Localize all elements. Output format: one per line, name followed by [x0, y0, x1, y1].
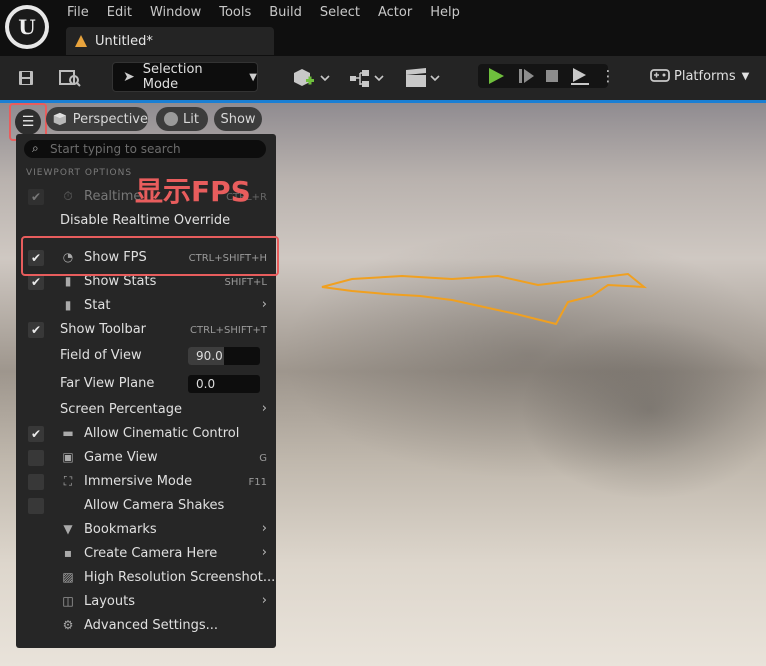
screen-percentage-label: Screen Percentage — [60, 402, 182, 417]
image-icon: ▣ — [62, 450, 74, 464]
search-icon: ⌕ — [32, 141, 39, 155]
perspective-label: Perspective — [72, 111, 148, 127]
menu-item-create-camera-here[interactable]: ▪ Create Camera Here › — [16, 543, 276, 565]
menu-item-far-view-plane: Far View Plane 0.0 — [16, 373, 276, 395]
show-stats-label: Show Stats — [84, 274, 157, 289]
disable-realtime-override-label: Disable Realtime Override — [60, 213, 231, 228]
menu-item-allow-camera-shakes[interactable]: Allow Camera Shakes — [16, 495, 276, 517]
show-fps-highlight-box — [21, 236, 279, 276]
lit-label: Lit — [183, 111, 199, 127]
layout-icon: ◫ — [62, 594, 74, 608]
realtime-checkbox[interactable]: ✔ — [28, 189, 44, 205]
chevron-right-icon: › — [261, 545, 267, 560]
menu-item-game-view[interactable]: ▣ Game View G — [16, 447, 276, 469]
menu-search-input[interactable]: ⌕ Start typing to search — [24, 140, 266, 158]
show-label: Show — [220, 111, 256, 127]
far-view-plane-value: 0.0 — [196, 377, 216, 391]
show-toolbar-checkbox[interactable]: ✔ — [28, 322, 44, 338]
menu-item-layouts[interactable]: ◫ Layouts › — [16, 591, 276, 613]
menu-item-field-of-view: Field of View 90.0 — [16, 345, 276, 367]
bookmark-icon: ▼ — [63, 522, 73, 536]
allow-camera-shakes-label: Allow Camera Shakes — [84, 498, 225, 513]
screenshot-icon: ▨ — [62, 570, 74, 584]
allow-cinematic-control-checkbox[interactable]: ✔ — [28, 426, 44, 442]
bar-chart-icon: ▮ — [64, 298, 72, 312]
search-placeholder: Start typing to search — [50, 142, 181, 156]
far-view-plane-label: Far View Plane — [60, 376, 155, 391]
fullscreen-icon: ⛶ — [63, 474, 73, 488]
annotation-label: 显示FPS — [135, 175, 251, 208]
stopwatch-icon: ⏱ — [63, 189, 73, 203]
show-stats-shortcut: SHIFT+L — [224, 277, 267, 288]
lit-button[interactable]: Lit — [156, 107, 208, 131]
field-of-view-label: Field of View — [60, 348, 142, 363]
immersive-mode-checkbox[interactable] — [28, 474, 44, 490]
game-view-checkbox[interactable] — [28, 450, 44, 466]
realtime-label: Realtime — [84, 189, 142, 204]
field-of-view-input[interactable]: 90.0 — [188, 347, 260, 365]
create-camera-here-label: Create Camera Here — [84, 546, 218, 561]
bar-chart-icon: ▮ — [64, 274, 72, 288]
viewport-options-menu: ⌕ Start typing to search VIEWPORT OPTION… — [16, 134, 276, 648]
show-button[interactable]: Show — [214, 107, 262, 131]
stat-label: Stat — [84, 298, 111, 313]
perspective-button[interactable]: Perspective — [46, 107, 148, 131]
chevron-right-icon: › — [261, 593, 267, 608]
lit-sphere-icon — [164, 112, 178, 126]
chevron-right-icon: › — [261, 521, 267, 536]
bookmarks-label: Bookmarks — [84, 522, 157, 537]
game-view-label: Game View — [84, 450, 158, 465]
clapperboard-icon: ▬ — [62, 426, 74, 440]
hamburger-menu-icon[interactable]: ☰ — [15, 109, 41, 135]
camera-add-icon: ▪ — [63, 546, 73, 560]
advanced-settings-label: Advanced Settings... — [84, 618, 219, 633]
high-res-screenshot-label: High Resolution Screenshot... — [84, 570, 276, 585]
menu-item-immersive-mode[interactable]: ⛶ Immersive Mode F11 — [16, 471, 276, 493]
menu-item-advanced-settings[interactable]: ⚙ Advanced Settings... — [16, 615, 276, 637]
show-stats-checkbox[interactable]: ✔ — [28, 274, 44, 290]
immersive-mode-label: Immersive Mode — [84, 474, 193, 489]
menu-item-stat[interactable]: ▮ Stat › — [16, 295, 276, 317]
cube-icon — [53, 112, 66, 126]
show-toolbar-label: Show Toolbar — [60, 322, 147, 337]
menu-item-screen-percentage[interactable]: Screen Percentage › — [16, 399, 276, 421]
far-view-plane-input[interactable]: 0.0 — [188, 375, 260, 393]
game-view-shortcut: G — [259, 453, 267, 464]
show-toolbar-shortcut: CTRL+SHIFT+T — [190, 325, 267, 336]
chevron-right-icon: › — [261, 401, 267, 416]
chevron-right-icon: › — [261, 297, 267, 312]
allow-cinematic-control-label: Allow Cinematic Control — [84, 426, 240, 441]
layouts-label: Layouts — [84, 594, 135, 609]
allow-camera-shakes-checkbox[interactable] — [28, 498, 44, 514]
menu-item-disable-realtime-override[interactable]: Disable Realtime Override — [16, 210, 276, 232]
menu-item-show-toolbar[interactable]: ✔ Show Toolbar CTRL+SHIFT+T — [16, 319, 276, 341]
section-header: VIEWPORT OPTIONS — [26, 168, 133, 178]
menu-item-bookmarks[interactable]: ▼ Bookmarks › — [16, 519, 276, 541]
immersive-mode-shortcut: F11 — [248, 477, 267, 488]
menu-item-high-res-screenshot[interactable]: ▨ High Resolution Screenshot... — [16, 567, 276, 589]
gear-icon: ⚙ — [62, 618, 74, 632]
menu-item-allow-cinematic-control[interactable]: ✔ ▬ Allow Cinematic Control — [16, 423, 276, 445]
field-of-view-value: 90.0 — [196, 349, 223, 363]
